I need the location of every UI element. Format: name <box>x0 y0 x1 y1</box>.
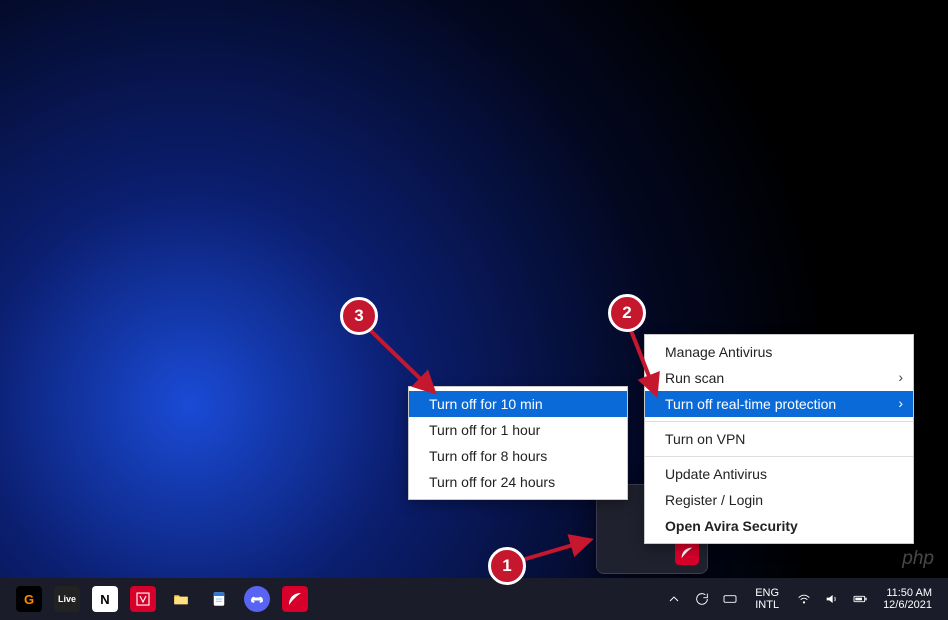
taskbar-pinned-apps: G Live N <box>16 586 308 612</box>
annotation-badge-2: 2 <box>608 294 646 332</box>
menu-item-open-avira-security[interactable]: Open Avira Security <box>645 513 913 539</box>
annotation-badge-3: 3 <box>340 297 378 335</box>
submenu-item-24hours[interactable]: Turn off for 24 hours <box>409 469 627 495</box>
turnoff-submenu: Turn off for 10 min Turn off for 1 hour … <box>408 386 628 500</box>
taskbar: G Live N ENG INTL <box>0 578 948 620</box>
menu-separator <box>645 421 913 422</box>
notepad-app-icon[interactable] <box>206 586 232 612</box>
menu-separator <box>645 456 913 457</box>
time-text: 11:50 AM <box>886 587 932 599</box>
annotation-badge-1: 1 <box>488 547 526 585</box>
file-explorer-icon[interactable] <box>168 586 194 612</box>
chevron-up-icon[interactable] <box>665 590 683 608</box>
discord-app-icon[interactable] <box>244 586 270 612</box>
submenu-item-8hours[interactable]: Turn off for 8 hours <box>409 443 627 469</box>
menu-item-run-scan[interactable]: Run scan <box>645 365 913 391</box>
avira-context-menu: Manage Antivirus Run scan Turn off real-… <box>644 334 914 544</box>
taskbar-system-tray: ENG INTL 11:50 AM 12/6/2021 <box>665 587 940 611</box>
submenu-item-1hour[interactable]: Turn off for 1 hour <box>409 417 627 443</box>
language-indicator[interactable]: ENG INTL <box>749 587 785 611</box>
sync-icon[interactable] <box>693 590 711 608</box>
menu-item-turn-off-rtp[interactable]: Turn off real-time protection <box>645 391 913 417</box>
avira-app-icon[interactable] <box>282 586 308 612</box>
menu-item-manage-antivirus[interactable]: Manage Antivirus <box>645 339 913 365</box>
menu-item-register-login[interactable]: Register / Login <box>645 487 913 513</box>
battery-icon[interactable] <box>851 590 869 608</box>
language-top: ENG <box>755 587 779 599</box>
date-text: 12/6/2021 <box>883 599 932 611</box>
live-app-icon[interactable]: Live <box>54 586 80 612</box>
wifi-icon[interactable] <box>795 590 813 608</box>
notion-app-icon[interactable]: N <box>92 586 118 612</box>
menu-item-update-antivirus[interactable]: Update Antivirus <box>645 461 913 487</box>
volume-icon[interactable] <box>823 590 841 608</box>
menu-item-turn-on-vpn[interactable]: Turn on VPN <box>645 426 913 452</box>
g-app-icon[interactable]: G <box>16 586 42 612</box>
clock[interactable]: 11:50 AM 12/6/2021 <box>879 587 940 611</box>
submenu-item-10min[interactable]: Turn off for 10 min <box>409 391 627 417</box>
avira-tray-icon[interactable] <box>675 541 699 565</box>
adobe-reader-icon[interactable] <box>130 586 156 612</box>
language-bottom: INTL <box>755 599 779 611</box>
keyboard-osk-icon[interactable] <box>721 590 739 608</box>
watermark-text: php <box>902 548 934 570</box>
